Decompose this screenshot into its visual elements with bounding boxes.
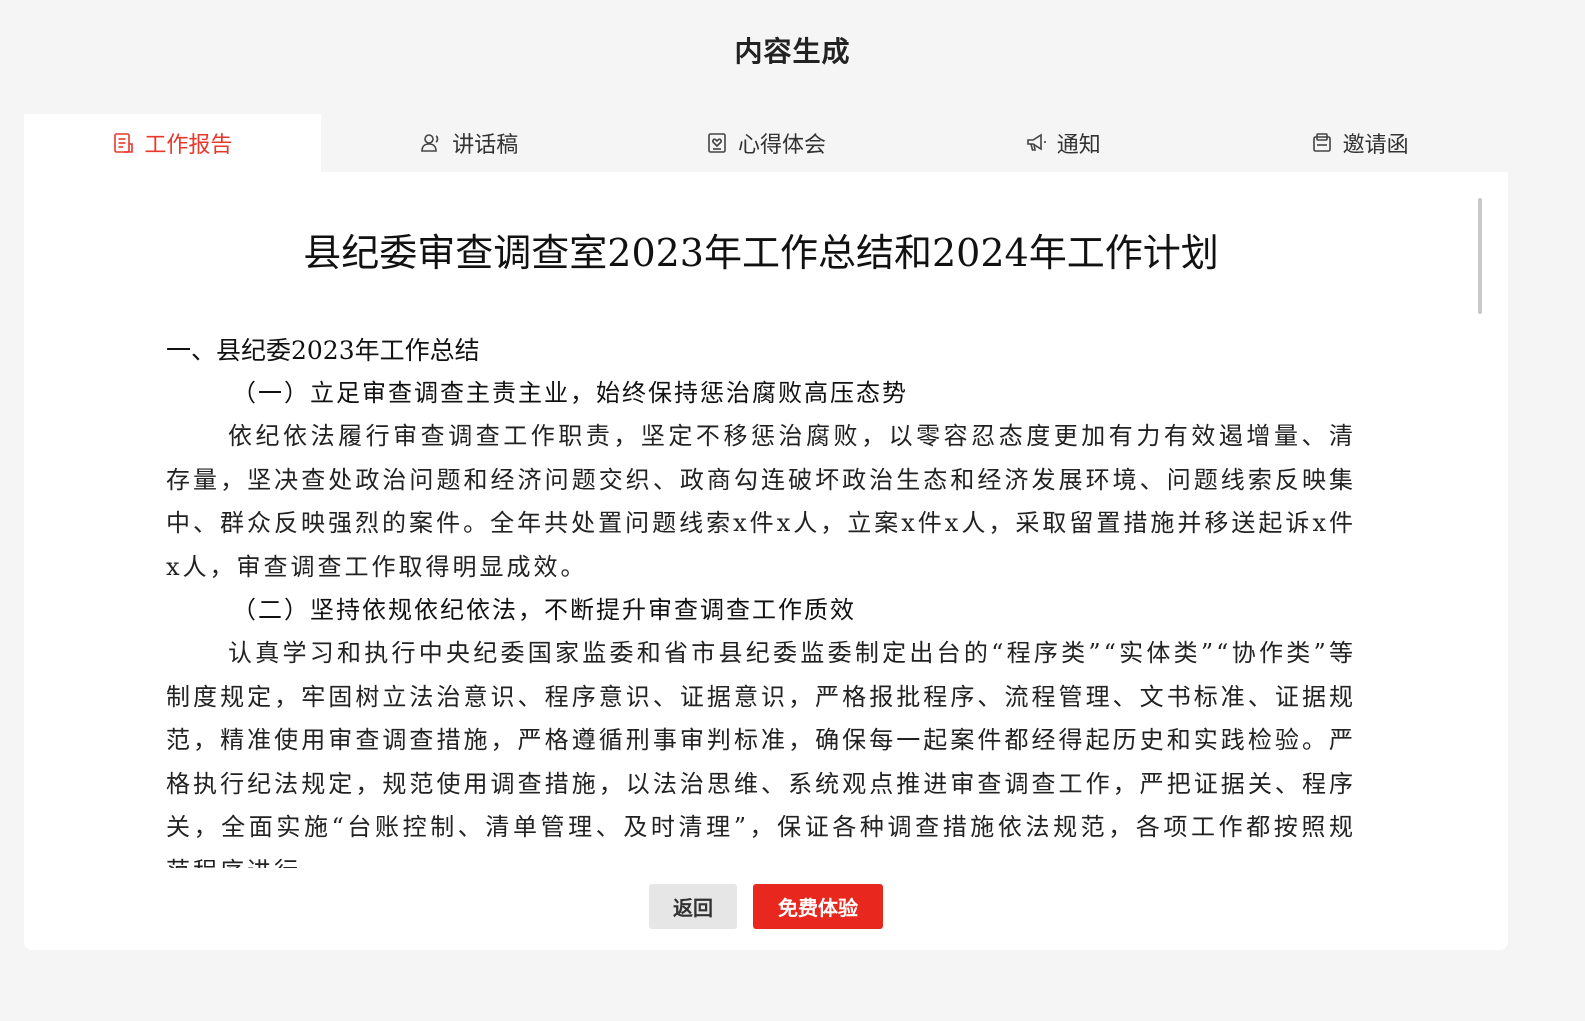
document-preview[interactable]: 县纪委审查调查室2023年工作总结和2024年工作计划 一、县纪委2023年工作… bbox=[166, 192, 1356, 868]
content-card: 县纪委审查调查室2023年工作总结和2024年工作计划 一、县纪委2023年工作… bbox=[24, 172, 1508, 950]
heart-note-icon bbox=[706, 132, 728, 154]
document-title: 县纪委审查调查室2023年工作总结和2024年工作计划 bbox=[303, 231, 1219, 275]
section-heading: 一、县纪委2023年工作总结 bbox=[166, 336, 480, 365]
tab-bar: 工作报告 讲话稿 心得体会 通知 邀请函 bbox=[24, 114, 1508, 172]
back-button[interactable]: 返回 bbox=[649, 884, 737, 929]
tab-label: 工作报告 bbox=[144, 133, 233, 158]
tab-label: 讲话稿 bbox=[452, 133, 519, 158]
tab-invitation[interactable]: 邀请函 bbox=[1211, 114, 1508, 172]
invitation-icon bbox=[1311, 132, 1333, 154]
megaphone-icon bbox=[1025, 132, 1047, 154]
tab-label: 心得体会 bbox=[737, 133, 826, 158]
tab-label: 邀请函 bbox=[1342, 133, 1409, 158]
paragraph: 认真学习和执行中央纪委国家监委和省市县纪委监委制定出台的“程序类”“实体类”“协… bbox=[166, 639, 1356, 868]
tab-speech[interactable]: 讲话稿 bbox=[320, 114, 618, 172]
tab-work-report[interactable]: 工作报告 bbox=[24, 114, 321, 172]
document-icon bbox=[112, 132, 134, 154]
free-trial-button[interactable]: 免费体验 bbox=[753, 884, 883, 929]
user-speech-icon bbox=[420, 132, 442, 154]
action-buttons: 返回 免费体验 bbox=[24, 884, 1508, 929]
tab-notice[interactable]: 通知 bbox=[914, 114, 1212, 172]
tab-reflection[interactable]: 心得体会 bbox=[617, 114, 915, 172]
page-title: 内容生成 bbox=[734, 35, 851, 68]
tab-label: 通知 bbox=[1056, 133, 1101, 158]
subsection-heading: （二）坚持依规依纪依法，不断提升审查调查工作质效 bbox=[232, 596, 856, 624]
scrollbar-thumb[interactable] bbox=[1478, 198, 1482, 314]
subsection-heading: （一）立足审查调查主责主业，始终保持惩治腐败高压态势 bbox=[232, 379, 908, 407]
paragraph: 依纪依法履行审查调查工作职责，坚定不移惩治腐败，以零容忍态度更加有力有效遏增量、… bbox=[166, 422, 1356, 581]
